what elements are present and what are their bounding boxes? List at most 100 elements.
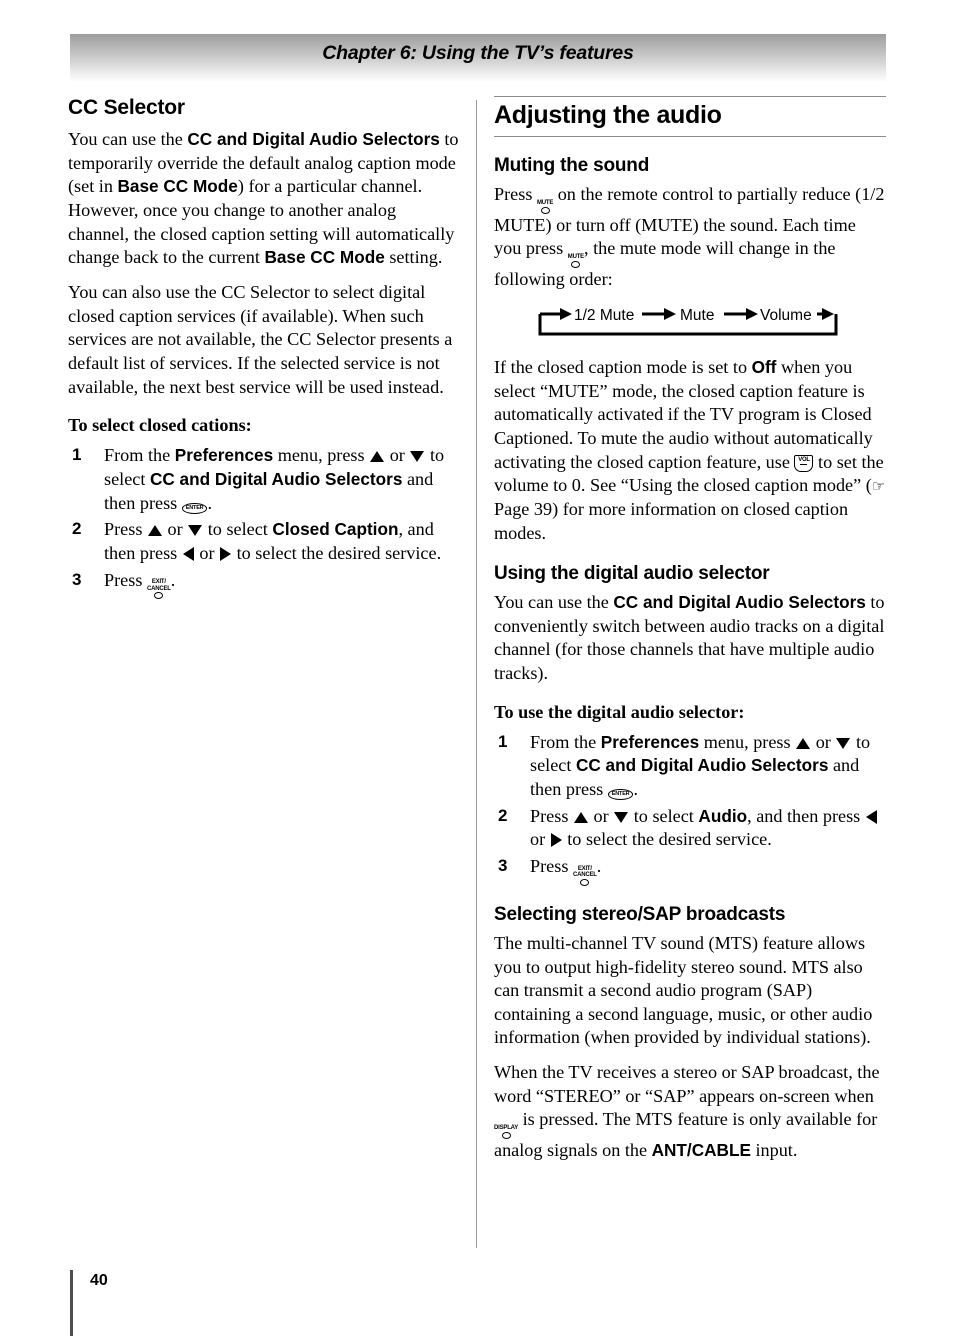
mute-cycle-diagram: 1/2 Mute Mute Volume bbox=[534, 302, 846, 342]
step-item: 3 Press EXIT/CANCEL. bbox=[68, 569, 460, 600]
text-fragment: You can use the bbox=[494, 592, 614, 613]
minus-icon bbox=[800, 464, 808, 466]
text-fragment: Press bbox=[530, 856, 573, 877]
text-fragment: to select bbox=[629, 805, 699, 826]
button-circle-icon bbox=[571, 261, 581, 269]
exit-cancel-button-icon: EXIT/CANCEL bbox=[146, 579, 171, 600]
text-fragment: or bbox=[588, 805, 614, 826]
left-arrow-icon bbox=[865, 809, 877, 824]
step-number: 1 bbox=[72, 445, 82, 465]
right-column: Adjusting the audio Muting the sound Pre… bbox=[494, 96, 886, 1174]
text-fragment: . bbox=[207, 492, 212, 513]
right-arrow-icon bbox=[550, 833, 562, 848]
stereo-sap-paragraph-1: The multi-channel TV sound (MTS) feature… bbox=[494, 932, 873, 1048]
text-fragment: menu, press bbox=[699, 731, 796, 752]
chapter-title: Chapter 6: Using the TV’s features bbox=[322, 42, 634, 64]
step-item: 2 Press or to select Audio, and then pres… bbox=[494, 805, 886, 852]
left-procedure-steps: 1 From the Preferences menu, press or to … bbox=[68, 444, 460, 600]
left-column: CC Selector You can use the CC and Digit… bbox=[68, 96, 460, 602]
step-number: 2 bbox=[72, 519, 82, 539]
term-cc-and-digital-audio-selectors: CC and Digital Audio Selectors bbox=[149, 468, 403, 489]
cycle-label-3: Volume bbox=[760, 307, 812, 324]
text-fragment: Page 39) for more information on closed … bbox=[494, 498, 849, 543]
term-off: Off bbox=[751, 356, 777, 377]
text-fragment: input. bbox=[750, 1140, 798, 1161]
step-item: 1 From the Preferences menu, press or to … bbox=[494, 731, 886, 802]
up-arrow-icon bbox=[370, 451, 385, 463]
text-fragment: . bbox=[170, 569, 176, 590]
exit-cancel-button-icon: EXIT/CANCEL bbox=[573, 866, 597, 886]
right-arrow-icon bbox=[220, 546, 232, 561]
volume-button-icon: VOL bbox=[794, 454, 814, 472]
down-arrow-icon bbox=[614, 811, 629, 823]
using-digital-audio-selector-heading: Using the digital audio selector bbox=[494, 563, 770, 585]
vol-label: VOL bbox=[798, 456, 810, 463]
procedure-heading-use-digital-audio-selector: To use the digital audio selector: bbox=[494, 701, 745, 722]
display-button-icon: DISPLAY bbox=[494, 1125, 519, 1140]
text-fragment: From the bbox=[104, 445, 175, 466]
muting-the-sound-heading: Muting the sound bbox=[494, 155, 650, 176]
adjusting-the-audio-heading: Adjusting the audio bbox=[494, 96, 886, 137]
text-fragment: to select the desired service. bbox=[562, 829, 772, 850]
mute-button-icon: MUTE bbox=[568, 254, 584, 269]
text-fragment: or bbox=[194, 542, 220, 563]
cc-selector-paragraph-2: You can also use the CC Selector to sele… bbox=[68, 281, 453, 397]
text-fragment: or bbox=[385, 445, 410, 466]
arrow-head-4 bbox=[822, 307, 834, 320]
cc-selector-paragraph-1: You can use the CC and Digital Audio Sel… bbox=[68, 128, 460, 270]
step-number: 1 bbox=[498, 731, 508, 751]
text-fragment: Press bbox=[104, 569, 147, 590]
step-item: 1 From the Preferences menu, press or to … bbox=[68, 444, 460, 515]
step-number: 3 bbox=[72, 569, 82, 589]
left-arrow-icon bbox=[182, 546, 194, 561]
enter-button-icon: ENTER bbox=[181, 502, 208, 514]
selecting-stereo-sap-heading: Selecting stereo/SAP broadcasts bbox=[494, 903, 786, 925]
button-circle-icon bbox=[540, 206, 550, 214]
term-audio: Audio bbox=[698, 805, 748, 826]
down-arrow-icon bbox=[410, 451, 425, 463]
step-number: 3 bbox=[498, 856, 508, 876]
arrow-head-3 bbox=[746, 307, 758, 320]
step-number: 2 bbox=[498, 805, 508, 825]
text-fragment: . bbox=[596, 856, 602, 877]
enter-button-icon: ENTER bbox=[607, 789, 634, 801]
cc-selector-heading: CC Selector bbox=[68, 96, 185, 119]
term-base-cc-mode: Base CC Mode bbox=[117, 176, 238, 197]
text-fragment: setting. bbox=[384, 247, 443, 268]
term-cc-and-digital-audio-selectors: CC and Digital Audio Selectors bbox=[187, 129, 440, 149]
chapter-header-band: Chapter 6: Using the TV’s features bbox=[70, 34, 886, 82]
cancel-label: CANCEL bbox=[146, 585, 171, 592]
mute-label: MUTE bbox=[536, 200, 554, 206]
term-ant-cable: ANT/CABLE bbox=[651, 1140, 751, 1161]
text-fragment: menu, press bbox=[273, 445, 370, 466]
text-fragment: Press bbox=[494, 184, 537, 204]
page-number: 40 bbox=[90, 1272, 108, 1289]
text-fragment: From the bbox=[530, 731, 601, 752]
up-arrow-icon bbox=[796, 737, 811, 749]
term-base-cc-mode-2: Base CC Mode bbox=[264, 247, 385, 268]
text-fragment: When the TV receives a stereo or SAP bro… bbox=[494, 1062, 880, 1106]
cancel-label: CANCEL bbox=[572, 872, 597, 879]
term-preferences: Preferences bbox=[174, 445, 274, 466]
document-page: Chapter 6: Using the TV’s features CC Se… bbox=[0, 0, 954, 1336]
text-fragment: or bbox=[162, 519, 188, 540]
footer-vertical-rule bbox=[70, 1270, 73, 1336]
procedure-heading-select-closed-captions: To select closed cations: bbox=[68, 415, 252, 436]
mute-cycle-svg: 1/2 Mute Mute Volume bbox=[538, 307, 838, 336]
muting-paragraph-2: If the closed caption mode is set to Off… bbox=[494, 356, 886, 545]
text-fragment: Press bbox=[104, 519, 147, 540]
mute-button-icon: MUTE bbox=[537, 200, 553, 214]
text-fragment: . bbox=[633, 779, 638, 800]
pointing-hand-icon: ☞ bbox=[871, 477, 886, 496]
column-divider bbox=[476, 100, 477, 1248]
term-cc-and-digital-audio-selectors: CC and Digital Audio Selectors bbox=[575, 755, 829, 776]
stereo-sap-paragraph-2: When the TV receives a stereo or SAP bro… bbox=[494, 1061, 886, 1163]
text-fragment: You can use the bbox=[68, 129, 188, 149]
text-fragment: If the closed caption mode is set to bbox=[494, 356, 752, 377]
text-fragment: to select the desired service. bbox=[232, 542, 442, 563]
display-label: DISPLAY bbox=[494, 1125, 519, 1132]
step-item: 3 Press EXIT/CANCEL. bbox=[494, 855, 886, 886]
text-fragment: to select bbox=[203, 519, 273, 540]
muting-paragraph-1: Press MUTE on the remote control to part… bbox=[494, 183, 886, 292]
down-arrow-icon bbox=[836, 737, 851, 749]
